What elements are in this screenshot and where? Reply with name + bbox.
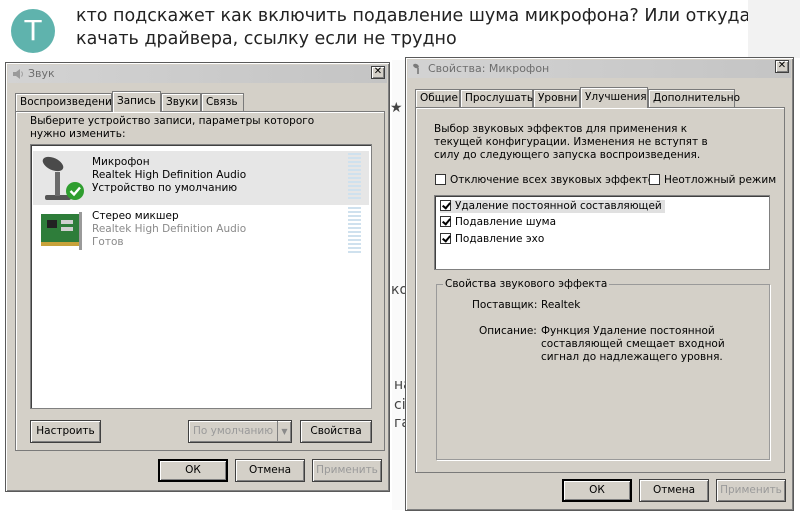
tab-advanced[interactable]: Дополнительно [648, 89, 740, 107]
page-sidebar-edge [748, 0, 800, 58]
disable-all-checkbox[interactable] [435, 174, 446, 185]
background-text-fragment: сі [394, 397, 406, 413]
mic-dialog-titlebar[interactable]: Свойства: Микрофон [408, 60, 791, 78]
level-meter [348, 207, 361, 256]
disable-all-effects-option[interactable]: Отключение всех звуковых эффектов [435, 174, 660, 187]
effect-checkbox[interactable] [440, 200, 451, 211]
microphone-properties-dialog: Свойства: Микрофон ✕ Общие Прослушать Ур… [405, 57, 794, 511]
sound-card-icon [41, 212, 82, 250]
tab-general[interactable]: Общие [415, 89, 460, 107]
urgent-mode-option[interactable]: Неотложный режим [649, 174, 776, 187]
effect-label: Удаление постоянной составляющей [455, 200, 662, 212]
sound-dialog-tabs: Воспроизведение Запись Звуки Связь [15, 91, 385, 112]
description-label: Описание: [479, 325, 537, 337]
list-item[interactable]: Подавление эхо [440, 233, 544, 246]
tab-communications[interactable]: Связь [201, 93, 244, 111]
tab-listen[interactable]: Прослушать [460, 89, 533, 107]
level-meter [348, 153, 361, 202]
device-status: Устройство по умолчанию [92, 182, 238, 194]
device-name: Микрофон [92, 156, 150, 168]
tab-levels[interactable]: Уровни [533, 89, 580, 107]
recording-panel: Выберите устройство записи, параметры ко… [15, 111, 385, 451]
effect-properties-group: Свойства звукового эффекта Поставщик: Re… [436, 278, 770, 460]
microphone-icon [42, 156, 84, 200]
provider-label: Поставщик: [472, 299, 538, 311]
list-item[interactable]: Удаление постоянной составляющей [440, 200, 665, 213]
cancel-button[interactable]: Отмена [235, 459, 305, 482]
enhancements-panel: Выбор звуковых эффектов для применения к… [415, 107, 785, 473]
tab-sounds[interactable]: Звуки [161, 93, 201, 111]
device-status: Готов [92, 236, 124, 248]
close-button[interactable]: ✕ [371, 66, 385, 79]
urgent-mode-label: Неотложный режим [664, 174, 777, 186]
disable-all-label: Отключение всех звуковых эффектов [450, 174, 661, 186]
effect-checkbox[interactable] [440, 233, 451, 244]
list-item[interactable]: Подавление шума [440, 216, 556, 229]
instruction-text: Выберите устройство записи, параметры ко… [30, 115, 315, 140]
user-avatar[interactable]: T [11, 9, 55, 53]
tab-enhancements[interactable]: Улучшения [580, 87, 648, 108]
effect-label: Подавление эхо [455, 233, 545, 245]
urgent-mode-checkbox[interactable] [649, 174, 660, 185]
sound-dialog: Звук ✕ Воспроизведение Запись Звуки Связ… [5, 62, 390, 492]
set-default-button[interactable]: По умолчанию ▼ [188, 420, 292, 443]
enhancements-description: Выбор звуковых эффектов для применения к… [434, 123, 708, 161]
set-default-label: По умолчанию [192, 425, 274, 437]
effect-properties-title: Свойства звукового эффекта [443, 278, 610, 290]
cancel-button[interactable]: Отмена [639, 479, 709, 502]
speaker-icon [13, 69, 23, 79]
device-driver: Realtek High Definition Audio [92, 169, 247, 181]
tab-playback[interactable]: Воспроизведение [15, 93, 118, 111]
effect-label: Подавление шума [455, 216, 557, 228]
configure-button[interactable]: Настроить [30, 420, 101, 443]
apply-button[interactable]: Применить [716, 479, 786, 502]
ok-button[interactable]: ОК [562, 479, 632, 502]
sound-dialog-titlebar[interactable]: Звук [8, 65, 387, 83]
description-value: Функция Удаление постоянной составляющей… [541, 325, 725, 363]
background-star-icon: ★ [390, 100, 403, 116]
mic-dialog-tabs: Общие Прослушать Уровни Улучшения Дополн… [415, 87, 785, 108]
properties-button[interactable]: Свойства [300, 420, 372, 443]
tab-recording[interactable]: Запись [112, 91, 161, 112]
list-item[interactable]: Микрофон Realtek High Definition Audio У… [33, 151, 369, 205]
recording-device-list[interactable]: Микрофон Realtek High Definition Audio У… [30, 144, 372, 409]
effect-checkbox[interactable] [440, 216, 451, 227]
ok-button[interactable]: ОК [158, 459, 228, 482]
microphone-icon [413, 63, 419, 74]
list-item[interactable]: Стерео микшер Realtek High Definition Au… [33, 205, 369, 259]
question-text: кто подскажет как включить подавление шу… [76, 6, 751, 49]
dropdown-arrow-icon[interactable]: ▼ [277, 421, 291, 442]
provider-value: Realtek [541, 299, 581, 311]
device-name: Стерео микшер [92, 210, 179, 222]
close-button[interactable]: ✕ [775, 60, 789, 73]
sound-dialog-title: Звук [28, 67, 55, 80]
device-driver: Realtek High Definition Audio [92, 223, 247, 235]
mic-dialog-title: Свойства: Микрофон [428, 62, 550, 75]
apply-button[interactable]: Применить [312, 459, 382, 482]
effects-list[interactable]: Удаление постоянной составляющей Подавле… [434, 195, 770, 270]
